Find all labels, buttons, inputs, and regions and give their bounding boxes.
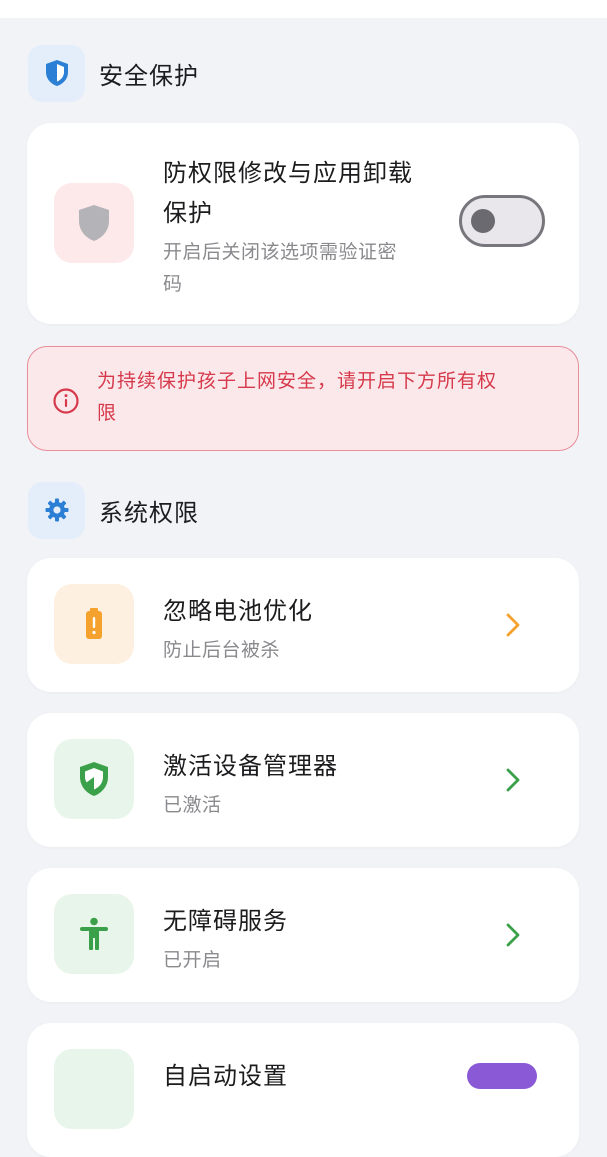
chevron-right-icon: [499, 766, 527, 794]
item-title: 忽略电池优化: [163, 597, 313, 625]
shield-gray-icon: [54, 183, 134, 263]
autostart-settings-card[interactable]: 自启动设置: [27, 1023, 579, 1157]
item-title: 无障碍服务: [163, 907, 288, 935]
battery-optimization-card[interactable]: 忽略电池优化 防止后台被杀: [27, 558, 579, 692]
section-title-security: 安全保护: [99, 61, 199, 90]
item-subtitle: 已激活: [163, 794, 222, 816]
warning-line1: 为持续保护孩子上网安全，请开启下方所有权: [97, 370, 498, 392]
warning-line2: 限: [97, 402, 118, 424]
card-subtitle-line1: 开启后关闭该选项需验证密: [163, 241, 398, 263]
warning-banner: 为持续保护孩子上网安全，请开启下方所有权 限: [27, 346, 579, 451]
info-icon: [53, 388, 79, 414]
chevron-right-icon: [499, 611, 527, 639]
accessibility-icon: [54, 894, 134, 974]
card-title-line2: 保护: [163, 199, 213, 227]
item-title: 激活设备管理器: [163, 752, 338, 780]
card-subtitle-line2: 码: [163, 273, 183, 295]
item-title: 自启动设置: [163, 1062, 288, 1090]
security-section-header: 安全保护: [28, 44, 199, 102]
protection-toggle[interactable]: [459, 195, 545, 247]
battery-alert-icon: [54, 584, 134, 664]
section-title-system: 系统权限: [99, 498, 199, 527]
card-title-line1: 防权限修改与应用卸载: [163, 159, 413, 187]
warning-text: 为持续保护孩子上网安全，请开启下方所有权 限: [97, 365, 557, 429]
shield-check-icon: [54, 739, 134, 819]
item-subtitle: 防止后台被杀: [163, 639, 281, 661]
autostart-icon: [54, 1049, 134, 1129]
accessibility-service-card[interactable]: 无障碍服务 已开启: [27, 868, 579, 1002]
shield-icon: [28, 44, 85, 102]
chevron-right-icon: [499, 921, 527, 949]
system-section-header: 系统权限: [28, 481, 199, 539]
device-admin-card[interactable]: 激活设备管理器 已激活: [27, 713, 579, 847]
gear-icon: [28, 481, 85, 539]
status-bar-strip: [0, 0, 607, 18]
item-subtitle: 已开启: [163, 949, 222, 971]
toggle-knob: [471, 209, 495, 233]
uninstall-protection-card: 防权限修改与应用卸载 保护 开启后关闭该选项需验证密 码: [27, 123, 579, 324]
autostart-toggle[interactable]: [467, 1063, 537, 1089]
